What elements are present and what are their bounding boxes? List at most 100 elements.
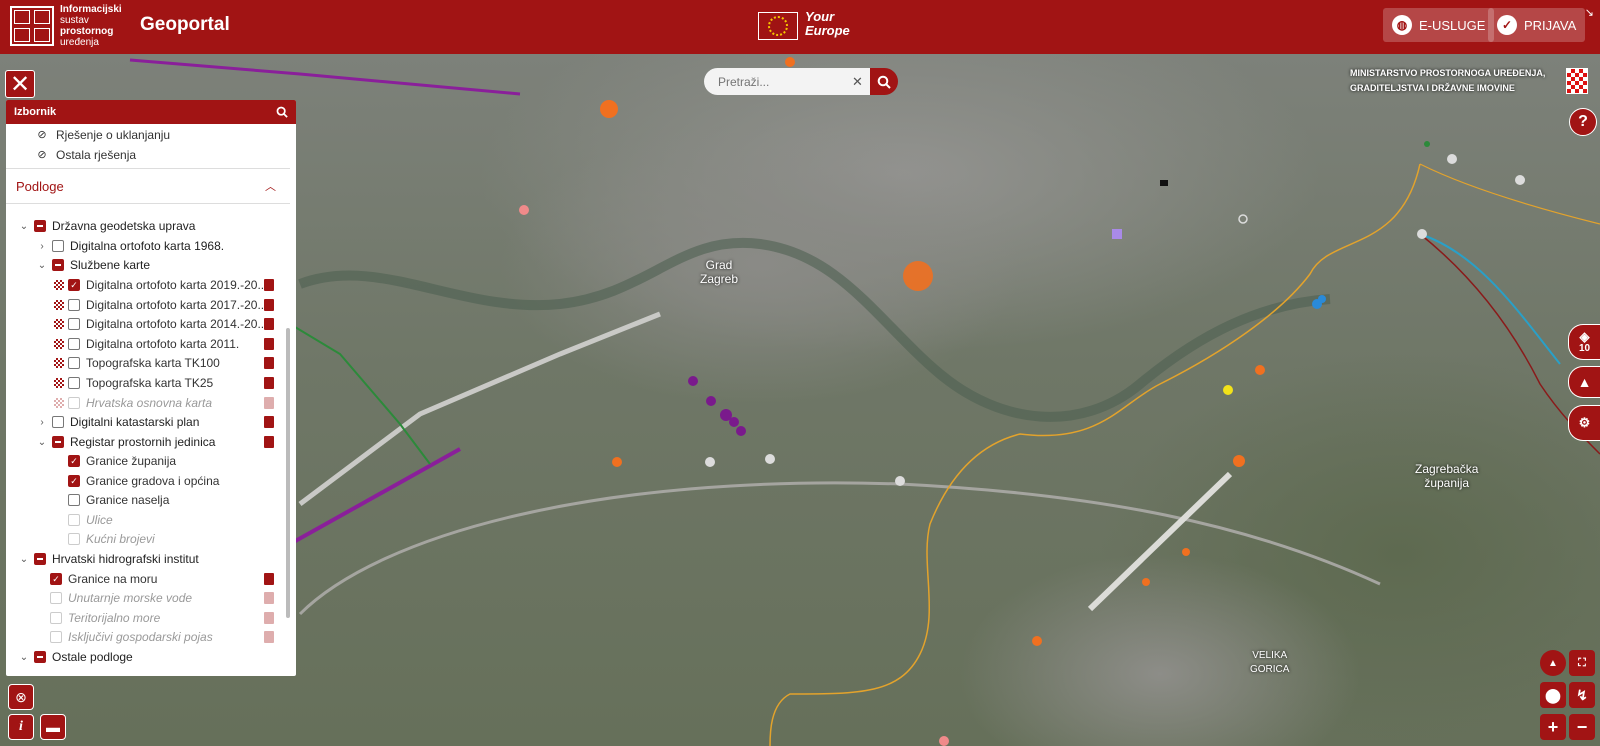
measure-button[interactable]: ⊗	[8, 684, 34, 710]
zoom-in-button[interactable]: +	[1540, 714, 1566, 740]
pdf-icon[interactable]	[264, 357, 274, 369]
section-podloge[interactable]: Podloge ︿	[6, 168, 290, 204]
checkbox[interactable]	[68, 494, 80, 506]
app-title: Geoportal	[140, 14, 230, 35]
layer-kucni-brojevi: Kućni brojevi	[64, 530, 155, 548]
search-input[interactable]	[704, 68, 870, 95]
print-button[interactable]: ▬	[40, 714, 66, 740]
search-button[interactable]	[870, 68, 898, 95]
plus-icon: +	[1547, 716, 1559, 737]
checkbox[interactable]	[34, 651, 46, 663]
tree-node-dgu[interactable]: ⌄ Državna geodetska uprava	[18, 217, 196, 235]
pdf-icon	[264, 592, 274, 604]
close-panel-button[interactable]: ✕	[5, 70, 35, 98]
checkbox[interactable]	[52, 259, 64, 271]
pdf-icon[interactable]	[264, 416, 274, 428]
settings-button[interactable]: ⚙	[1568, 405, 1600, 441]
layer-ulice: Ulice	[64, 511, 113, 529]
north-arrow-button[interactable]: ▲	[1540, 650, 1566, 676]
chevron-down-icon[interactable]: ⌄	[36, 260, 48, 271]
checkbox[interactable]: ✓	[50, 573, 62, 585]
eu-flag-icon[interactable]	[758, 12, 798, 40]
layer-granice-zupanija[interactable]: ✓ Granice županija	[64, 452, 176, 470]
pdf-icon[interactable]	[264, 377, 274, 389]
help-button[interactable]: ?	[1569, 108, 1597, 136]
locate-button[interactable]: ⬤	[1540, 682, 1566, 708]
checkbox[interactable]: ✓	[68, 475, 80, 487]
tree-node-dkp[interactable]: › Digitalni katastarski plan	[36, 413, 199, 431]
checkbox[interactable]: ✓	[68, 455, 80, 467]
layer-dok-2017[interactable]: Digitalna ortofoto karta 2017.-20...	[54, 296, 267, 314]
search-icon	[877, 75, 891, 89]
chevron-down-icon[interactable]: ⌄	[36, 437, 48, 448]
chevron-right-icon[interactable]: ›	[36, 241, 48, 252]
ispu-logo[interactable]	[10, 6, 54, 46]
chevron-right-icon[interactable]: ›	[36, 417, 48, 428]
tree-node-sluzbene-karte[interactable]: ⌄ Službene karte	[36, 256, 150, 274]
chevron-down-icon[interactable]: ⌄	[18, 652, 30, 663]
route-button[interactable]: ↯	[1569, 682, 1595, 708]
question-icon: ?	[1578, 113, 1588, 130]
panel-header: Izbornik	[6, 100, 296, 124]
croatia-crest-icon	[1566, 68, 1588, 94]
layer-dok-2019[interactable]: ✓ Digitalna ortofoto karta 2019.-20...	[54, 276, 267, 294]
pdf-icon[interactable]	[264, 338, 274, 350]
tree-node-ostale-podloge[interactable]: ⌄ Ostale podloge	[18, 648, 133, 666]
layer-granice-gradova[interactable]: ✓ Granice gradova i općina	[64, 472, 219, 490]
pdf-icon[interactable]	[264, 299, 274, 311]
chevron-down-icon[interactable]: ⌄	[18, 554, 30, 565]
camera-icon: ▬	[46, 719, 60, 735]
layer-dok-2011[interactable]: Digitalna ortofoto karta 2011.	[54, 335, 239, 353]
checkbox[interactable]	[68, 357, 80, 369]
layer-tk100[interactable]: Topografska karta TK100	[54, 354, 220, 372]
list-item-rjesenje-uklanjanje[interactable]: ⊘ Rješenje o uklanjanju	[36, 126, 170, 144]
checkbox[interactable]	[68, 299, 80, 311]
checkbox[interactable]	[52, 416, 64, 428]
layer-dok-2014[interactable]: Digitalna ortofoto karta 2014.-20...	[54, 315, 267, 333]
checkbox[interactable]	[68, 318, 80, 330]
checkbox[interactable]	[34, 220, 46, 232]
compass-icon: ▲	[1548, 657, 1558, 669]
fullscreen-button[interactable]: ⛶	[1569, 650, 1595, 676]
collapse-header-icon[interactable]: ↘	[1585, 6, 1594, 19]
pdf-icon[interactable]	[264, 279, 274, 291]
location-pin-icon: ⬤	[1545, 686, 1561, 703]
pdf-icon[interactable]	[264, 436, 274, 448]
info-button[interactable]: i	[8, 714, 34, 740]
layers-button[interactable]: ◈ 10	[1568, 324, 1600, 360]
chevron-up-icon: ︿	[265, 181, 276, 193]
tree-node-hhi[interactable]: ⌄ Hrvatski hidrografski institut	[18, 550, 199, 568]
zoom-out-button[interactable]: −	[1569, 714, 1595, 740]
pdf-icon[interactable]	[264, 573, 274, 585]
layer-style-icon	[54, 339, 64, 349]
clear-search-icon[interactable]: ✕	[852, 74, 863, 90]
e-usluge-button[interactable]: ◍ E-USLUGE	[1383, 8, 1495, 42]
check-icon: ✓	[1497, 15, 1517, 35]
layer-granice-na-moru[interactable]: ✓ Granice na moru	[46, 570, 157, 588]
layer-tk25[interactable]: Topografska karta TK25	[54, 374, 213, 392]
pdf-icon	[264, 397, 274, 409]
shapes-button[interactable]: ▲	[1568, 366, 1600, 398]
panel-scrollbar[interactable]	[286, 328, 290, 618]
panel-search-icon[interactable]	[276, 106, 288, 118]
layer-granice-naselja[interactable]: Granice naselja	[64, 491, 169, 509]
layer-hok: Hrvatska osnovna karta	[54, 394, 212, 412]
checkbox[interactable]	[34, 553, 46, 565]
logo-text: Informacijski sustav prostornog uređenja	[60, 4, 122, 48]
your-europe-logo[interactable]: Your Europe	[805, 10, 850, 38]
info-icon: i	[19, 719, 23, 734]
tree-node-dok-1968[interactable]: › Digitalna ortofoto karta 1968.	[36, 237, 224, 255]
list-item-ostala-rjesenja[interactable]: ⊘ Ostala rješenja	[36, 146, 136, 164]
tree-node-rpj[interactable]: ⌄ Registar prostornih jedinica	[36, 433, 216, 451]
chevron-down-icon[interactable]: ⌄	[18, 221, 30, 232]
checkbox[interactable]	[68, 377, 80, 389]
checkbox[interactable]: ✓	[68, 279, 80, 291]
panel-title: Izbornik	[14, 106, 57, 118]
map-label-zagrebacka-zupanija: Zagrebačka županija	[1415, 462, 1479, 490]
checkbox[interactable]	[68, 338, 80, 350]
layer-hidden-icon: ⊘	[37, 129, 47, 141]
checkbox[interactable]	[52, 240, 64, 252]
prijava-button[interactable]: ✓ PRIJAVA	[1488, 8, 1586, 42]
pdf-icon[interactable]	[264, 318, 274, 330]
checkbox[interactable]	[52, 436, 64, 448]
